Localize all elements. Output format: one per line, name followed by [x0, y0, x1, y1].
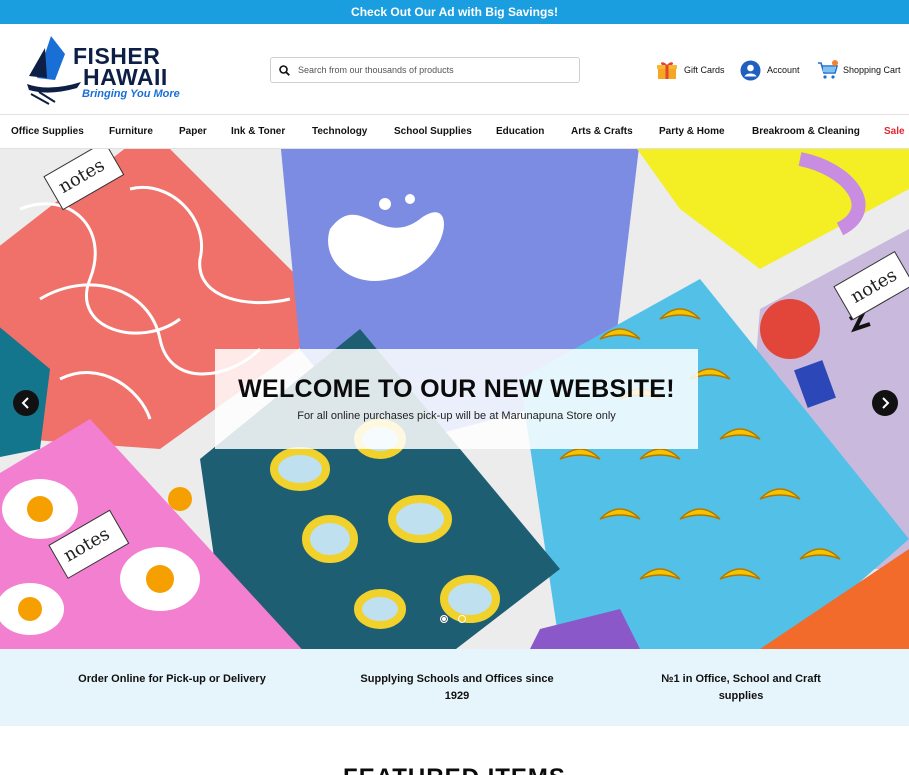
search-bar[interactable]	[270, 57, 580, 83]
nav-item-ink-toner[interactable]: Ink & Toner	[231, 115, 285, 148]
feature-order-online: Order Online for Pick-up or Delivery	[78, 673, 266, 685]
featured-items-heading: FEATURED ITEMS	[0, 764, 909, 775]
search-icon[interactable]	[279, 64, 290, 76]
hero-title: WELCOME TO OUR NEW WEBSITE!	[238, 375, 675, 403]
fisher-hawaii-logo[interactable]: FISHER HAWAII Bringing You More	[25, 34, 185, 105]
nav-item-furniture[interactable]: Furniture	[109, 115, 153, 148]
nav-item-education[interactable]: Education	[496, 115, 544, 148]
gift-icon	[656, 60, 678, 80]
feature-since-1929: Supplying Schools and Offices since 1929	[360, 673, 554, 702]
nav-item-school-supplies[interactable]: School Supplies	[394, 115, 472, 148]
nav-item-sale[interactable]: Sale	[884, 115, 905, 148]
account-link[interactable]: Account	[740, 57, 800, 83]
nav-item-arts-crafts[interactable]: Arts & Crafts	[571, 115, 633, 148]
gift-cards-link[interactable]: Gift Cards	[656, 57, 725, 83]
logo-tagline: Bringing You More	[82, 88, 180, 100]
hero-subtitle: For all online purchases pick-up will be…	[297, 410, 616, 422]
promo-text[interactable]: Check Out Our Ad with Big Savings!	[351, 5, 558, 19]
feature-number-one: №1 in Office, School and Craft supplies	[661, 673, 821, 702]
nav-item-party-home[interactable]: Party & Home	[659, 115, 725, 148]
hero-message-card: WELCOME TO OUR NEW WEBSITE! For all onli…	[215, 349, 698, 449]
carousel-prev-button[interactable]	[13, 390, 39, 416]
account-icon	[740, 60, 761, 81]
search-input[interactable]	[298, 65, 568, 75]
chevron-left-icon	[21, 397, 29, 409]
main-navigation: Office Supplies Furniture Paper Ink & To…	[0, 114, 909, 149]
carousel-dot-1[interactable]	[440, 615, 448, 623]
logo-word-hawaii: HAWAII	[83, 64, 168, 90]
carousel-dot-2[interactable]	[458, 615, 466, 623]
shopping-cart-link[interactable]: Shopping Cart	[817, 57, 901, 83]
carousel-pagination	[440, 615, 466, 623]
nav-item-technology[interactable]: Technology	[312, 115, 367, 148]
nav-item-office-supplies[interactable]: Office Supplies	[11, 115, 84, 148]
gift-cards-label[interactable]: Gift Cards	[684, 65, 725, 75]
promo-banner[interactable]: Check Out Our Ad with Big Savings!	[0, 0, 909, 24]
site-header: FISHER HAWAII Bringing You More Gift Car…	[0, 24, 909, 114]
hero-carousel: notes notes notes WELCOME TO OUR NEW WEB…	[0, 149, 909, 649]
shopping-cart-label[interactable]: Shopping Cart	[843, 65, 901, 75]
shopping-cart-icon	[817, 60, 839, 80]
nav-item-paper[interactable]: Paper	[179, 115, 207, 148]
account-label[interactable]: Account	[767, 65, 800, 75]
carousel-next-button[interactable]	[872, 390, 898, 416]
features-strip: Order Online for Pick-up or Delivery Sup…	[0, 649, 909, 726]
logo-wordmark: FISHER HAWAII	[73, 45, 168, 90]
chevron-right-icon	[882, 397, 890, 409]
nav-item-breakroom-cleaning[interactable]: Breakroom & Cleaning	[752, 115, 860, 148]
